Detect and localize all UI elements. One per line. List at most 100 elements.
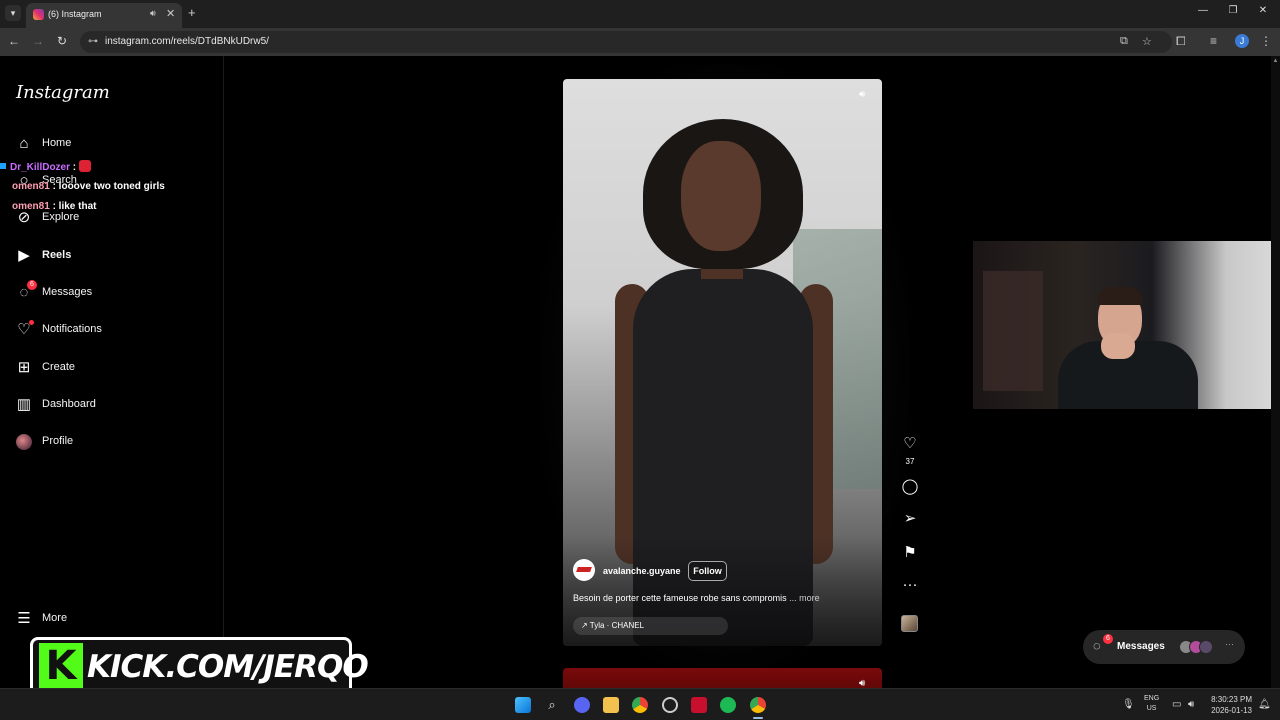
obs-icon[interactable] bbox=[662, 697, 678, 713]
reel-caption: Besoin de porter cette fameuse robe sans… bbox=[573, 593, 820, 603]
app-icon[interactable] bbox=[691, 697, 707, 713]
caption-more-link[interactable]: ... more bbox=[787, 593, 820, 603]
forward-arrow-icon[interactable]: → bbox=[30, 34, 46, 48]
messenger-icon: ◌ bbox=[1093, 638, 1101, 653]
kick-channel-url: KICK.COM/JERQO bbox=[87, 649, 369, 685]
bookmark-star-icon[interactable]: ☆ bbox=[1142, 35, 1152, 48]
browser-tab-bar: ▾ (6) Instagram 🔊︎ ✕ + — ❐ ✕ bbox=[0, 0, 1280, 28]
comment-icon[interactable]: ◯ bbox=[900, 477, 920, 495]
more-options-icon[interactable]: ··· bbox=[900, 576, 920, 593]
author-avatar[interactable] bbox=[573, 559, 595, 581]
home-icon: ⌂ bbox=[19, 135, 29, 152]
tab-close-icon[interactable]: ✕ bbox=[166, 7, 175, 20]
reload-icon[interactable]: ↻ bbox=[54, 34, 70, 48]
restore-icon[interactable]: ❐ bbox=[1225, 5, 1241, 16]
notification-bell-icon[interactable]: 🔔︎ bbox=[1258, 699, 1271, 710]
windows-start-icon[interactable] bbox=[515, 697, 531, 713]
sidebar-item-dashboard[interactable]: ▥ Dashboard bbox=[14, 395, 204, 421]
new-tab-plus-icon[interactable]: + bbox=[188, 5, 196, 20]
audio-track[interactable]: ↗ Tyla · CHANEL bbox=[573, 617, 728, 635]
extensions-puzzle-icon[interactable]: ⧠ bbox=[1176, 34, 1186, 49]
minimize-icon[interactable]: — bbox=[1195, 5, 1211, 16]
next-reel-preview[interactable]: 🔊︎ bbox=[563, 668, 882, 688]
media-controls-icon[interactable]: ≡ bbox=[1210, 34, 1217, 48]
page-scrollbar[interactable]: ▲ bbox=[1271, 56, 1280, 688]
address-bar[interactable]: ⊶ instagram.com/reels/DTdBNkUDrw5/ ⧉ ☆ bbox=[80, 31, 1172, 53]
sidebar: Instagram ⌂ Home ○ Search ⊘ Explore ▶ Re… bbox=[0, 56, 224, 688]
browser-profile-avatar[interactable]: J bbox=[1235, 34, 1249, 48]
message-avatars bbox=[1179, 640, 1213, 659]
plus-square-icon: ⊞ bbox=[17, 359, 31, 376]
sidebar-item-notifications[interactable]: ♡ Notifications bbox=[14, 320, 204, 346]
browser-tab-instagram[interactable]: (6) Instagram 🔊︎ ✕ bbox=[26, 3, 182, 28]
hamburger-menu-icon: ☰ bbox=[17, 610, 31, 627]
windows-taskbar: ⌕ 🎙︎ ENG US ▭ 🔊︎ 8:30:23 PM 2026-01-13 🔔… bbox=[0, 688, 1280, 720]
chat-text: looove two toned girls bbox=[55, 181, 165, 192]
sidebar-item-profile[interactable]: Profile bbox=[14, 432, 204, 458]
system-clock[interactable]: 8:30:23 PM 2026-01-13 bbox=[1206, 694, 1252, 716]
tab-title: (6) Instagram bbox=[48, 9, 102, 19]
browser-menu-icon[interactable]: ⋮ bbox=[1260, 34, 1272, 48]
more-dots-icon: ··· bbox=[1225, 639, 1234, 649]
messages-floating-button[interactable]: ◌ 6 Messages ··· bbox=[1083, 630, 1245, 664]
arrow-icon: ↗ bbox=[581, 621, 590, 630]
reels-icon: ▶ bbox=[18, 247, 30, 264]
spotify-icon[interactable] bbox=[720, 697, 736, 713]
search-icon[interactable]: ⌕ bbox=[544, 697, 560, 713]
sidebar-item-label: Notifications bbox=[42, 323, 102, 335]
volume-icon[interactable]: 🔊︎ bbox=[859, 89, 865, 100]
chat-message: Dr_KillDozer : bbox=[0, 160, 91, 173]
sidebar-item-label: Explore bbox=[42, 211, 80, 223]
network-icon[interactable]: ▭ bbox=[1172, 699, 1181, 710]
back-arrow-icon[interactable]: ← bbox=[6, 34, 22, 48]
notification-dot bbox=[29, 320, 34, 325]
sidebar-item-reels[interactable]: ▶ Reels bbox=[14, 246, 204, 272]
streamer-webcam bbox=[973, 241, 1271, 409]
install-app-icon[interactable]: ⧉ bbox=[1120, 35, 1128, 48]
chrome-active-icon[interactable] bbox=[750, 697, 766, 713]
browser-toolbar: ← → ↻ ⊶ instagram.com/reels/DTdBNkUDrw5/… bbox=[0, 28, 1280, 56]
save-bookmark-icon[interactable]: ⚑ bbox=[900, 543, 920, 561]
sidebar-item-label: Create bbox=[42, 361, 76, 373]
sidebar-item-home[interactable]: ⌂ Home bbox=[14, 134, 204, 160]
window-close-icon[interactable]: ✕ bbox=[1255, 5, 1271, 16]
site-info-icon[interactable]: ⊶ bbox=[88, 36, 98, 47]
language-indicator[interactable]: ENG US bbox=[1144, 694, 1159, 714]
follow-button[interactable]: Follow bbox=[688, 561, 727, 581]
chat-username: Dr_KillDozer bbox=[10, 162, 71, 173]
like-count: 37 bbox=[905, 457, 915, 466]
reel-video[interactable]: 🔊︎ avalanche.guyane Follow Besoin de por… bbox=[563, 79, 882, 646]
sidebar-item-label: Messages bbox=[42, 286, 93, 298]
chat-username: omen81 bbox=[12, 181, 50, 192]
audio-thumbnail[interactable] bbox=[901, 615, 918, 632]
kick-channel-logo: K KICK.COM/JERQO bbox=[30, 637, 369, 688]
author-username[interactable]: avalanche.guyane bbox=[603, 566, 681, 576]
chat-username: omen81 bbox=[12, 201, 50, 212]
sidebar-item-create[interactable]: ⊞ Create bbox=[14, 358, 204, 384]
volume-icon[interactable]: 🔊︎ bbox=[859, 678, 865, 688]
chrome-icon[interactable] bbox=[632, 697, 648, 713]
chat-message: omen81 : like that bbox=[12, 201, 97, 212]
instagram-favicon-icon bbox=[33, 9, 44, 20]
speaker-icon[interactable]: 🔊︎ bbox=[150, 8, 156, 19]
sidebar-item-label: Home bbox=[42, 137, 72, 149]
url-text[interactable]: instagram.com/reels/DTdBNkUDrw5/ bbox=[105, 36, 269, 47]
scroll-up-arrow-icon[interactable]: ▲ bbox=[1271, 58, 1280, 64]
file-explorer-icon[interactable] bbox=[603, 697, 619, 713]
sidebar-item-label: More bbox=[42, 612, 68, 624]
active-app-indicator bbox=[753, 717, 763, 719]
discord-icon[interactable] bbox=[574, 697, 590, 713]
emote-icon bbox=[78, 160, 91, 172]
chat-text: like that bbox=[55, 201, 97, 212]
sidebar-item-label: Reels bbox=[42, 249, 72, 261]
sidebar-item-messages[interactable]: ◌ 6 Messages bbox=[14, 280, 204, 309]
sidebar-item-label: Dashboard bbox=[42, 398, 96, 410]
instagram-page: Instagram ⌂ Home ○ Search ⊘ Explore ▶ Re… bbox=[0, 56, 1280, 688]
volume-tray-icon[interactable]: 🔊︎ bbox=[1188, 699, 1194, 710]
microphone-icon[interactable]: 🎙︎ bbox=[1122, 699, 1135, 710]
like-heart-icon[interactable]: ♡ bbox=[900, 434, 920, 452]
sidebar-item-more[interactable]: ☰ More bbox=[14, 609, 204, 635]
tab-list-chevron-down-icon[interactable]: ▾ bbox=[5, 5, 21, 21]
instagram-logo[interactable]: Instagram bbox=[16, 82, 110, 103]
share-send-icon[interactable]: ➢ bbox=[900, 509, 920, 527]
